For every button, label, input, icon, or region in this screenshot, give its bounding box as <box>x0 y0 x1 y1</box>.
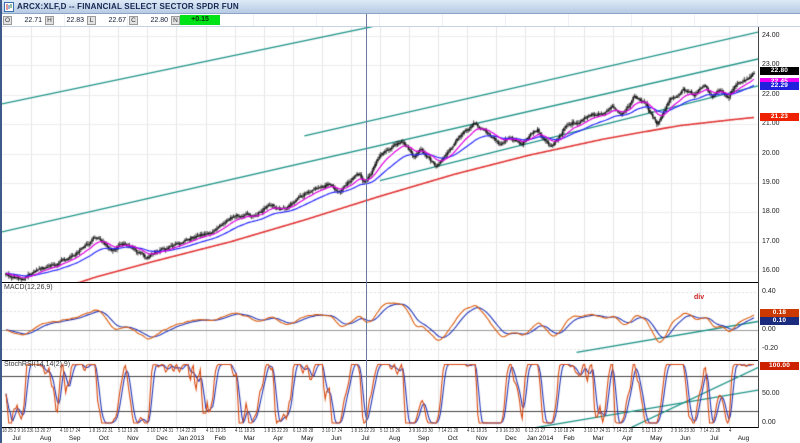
date-axis-group: 7 14 21 28Oct <box>438 428 467 443</box>
macd-panel-canvas[interactable] <box>2 283 758 360</box>
axis-tick-label: 20.00 <box>762 150 780 157</box>
axis-tick-label: 18.00 <box>762 208 780 215</box>
panel-divider <box>2 282 758 283</box>
date-axis-group: 7 14 21 28Jul <box>700 428 729 443</box>
axis-tick-label: 16.00 <box>762 267 780 274</box>
date-axis-group: 18 25 2 9 16 23 30Jul <box>2 428 31 443</box>
vertical-date-marker[interactable] <box>366 14 367 427</box>
price-tag: 0.10 <box>760 317 799 325</box>
date-axis-group: 6 13 20 27Aug <box>31 428 60 443</box>
axis-tick-label: 50.00 <box>762 390 780 397</box>
date-axis-group: 4 11 19 25Feb <box>206 428 235 443</box>
y-axis[interactable]: 24.0023.0022.0021.0020.0019.0018.0017.00… <box>758 27 800 428</box>
window-title: ARCX:XLF,D -- FINANCIAL SELECT SECTOR SP… <box>17 2 239 11</box>
price-tag: 22.29 <box>760 82 799 90</box>
axis-tick-label: 0.40 <box>762 288 776 295</box>
candlestick-chart-icon <box>4 2 14 12</box>
date-axis-group: 5 12 19 26Nov <box>118 428 147 443</box>
date-axis-group: 6 13 21 27Jan 2014 <box>525 428 554 443</box>
price-tag: 100.00 <box>760 362 799 370</box>
axis-tick-label: 17.00 <box>762 238 780 245</box>
date-axis-group: 6 13 20 28May <box>293 428 322 443</box>
macd-label: MACD(12,26,9) <box>4 284 53 291</box>
chart-window: ARCX:XLF,D -- FINANCIAL SELECT SECTOR SP… <box>0 0 800 443</box>
date-axis-group: 2 9 16 23 30Dec <box>496 428 525 443</box>
panel-divider <box>2 360 758 361</box>
quote-field-O: O22.71 <box>3 15 45 26</box>
quote-field-C: C22.80 <box>129 15 171 26</box>
title-bar: ARCX:XLF,D -- FINANCIAL SELECT SECTOR SP… <box>2 0 800 14</box>
date-axis-group: 3 10 17 24 31Mar <box>584 428 613 443</box>
date-axis-group: 4 10 17 24Sep <box>60 428 89 443</box>
date-axis-group: 1 8 15 22 29Apr <box>264 428 293 443</box>
date-axis-group: 3 10 17 24 31Dec <box>147 428 176 443</box>
date-axis-group: 5 12 19 26Aug <box>380 428 409 443</box>
date-axis-group: 1 8 15 22 29Jul <box>351 428 380 443</box>
stoch-panel-canvas[interactable] <box>2 361 758 427</box>
axis-tick-label: -0.20 <box>762 345 778 352</box>
date-axis[interactable]: 18 25 2 9 16 23 30Jul6 13 20 27Aug4 10 1… <box>2 428 758 443</box>
axis-tick-label: 19.00 <box>762 179 780 186</box>
date-axis-group: 4Aug <box>729 428 758 443</box>
date-axis-group: 4 11 18 25Nov <box>467 428 496 443</box>
axis-tick-label: 0.00 <box>762 326 776 333</box>
date-axis-group: 3 10 18 24Feb <box>554 428 583 443</box>
date-axis-group: 7 14 21 28Apr <box>613 428 642 443</box>
price-tag: 22.80 <box>760 67 799 75</box>
axis-tick-label: 0.00 <box>762 419 776 426</box>
panel-divider <box>2 427 758 428</box>
stoch-label: StochRSI(14,14(2),9) <box>4 361 70 368</box>
date-axis-group: 1 8 15 22 31Oct <box>89 428 118 443</box>
quote-field-N: N+0.15 <box>171 15 220 26</box>
price-chart-canvas[interactable] <box>2 27 758 283</box>
axis-tick-label: 22.00 <box>762 91 780 98</box>
divergence-annotation: div <box>694 294 704 301</box>
date-axis-group: 3 10 17 24Jun <box>322 428 351 443</box>
price-tag: 21.23 <box>760 113 799 121</box>
date-axis-group: 5 12 19 27May <box>642 428 671 443</box>
date-axis-group: 3 9 16 23 30Sep <box>409 428 438 443</box>
quote-field-L: L22.67 <box>87 15 129 26</box>
date-axis-group: 7 14 22 28Jan 2013 <box>176 428 205 443</box>
date-axis-group: 2 9 16 23 30Jun <box>671 428 700 443</box>
axis-tick-label: 24.00 <box>762 32 780 39</box>
date-axis-group: 4 11 18 25Mar <box>235 428 264 443</box>
quote-bar: O22.71H22.83L22.67C22.80N+0.15 <box>2 14 800 27</box>
quote-field-H: H22.83 <box>45 15 87 26</box>
